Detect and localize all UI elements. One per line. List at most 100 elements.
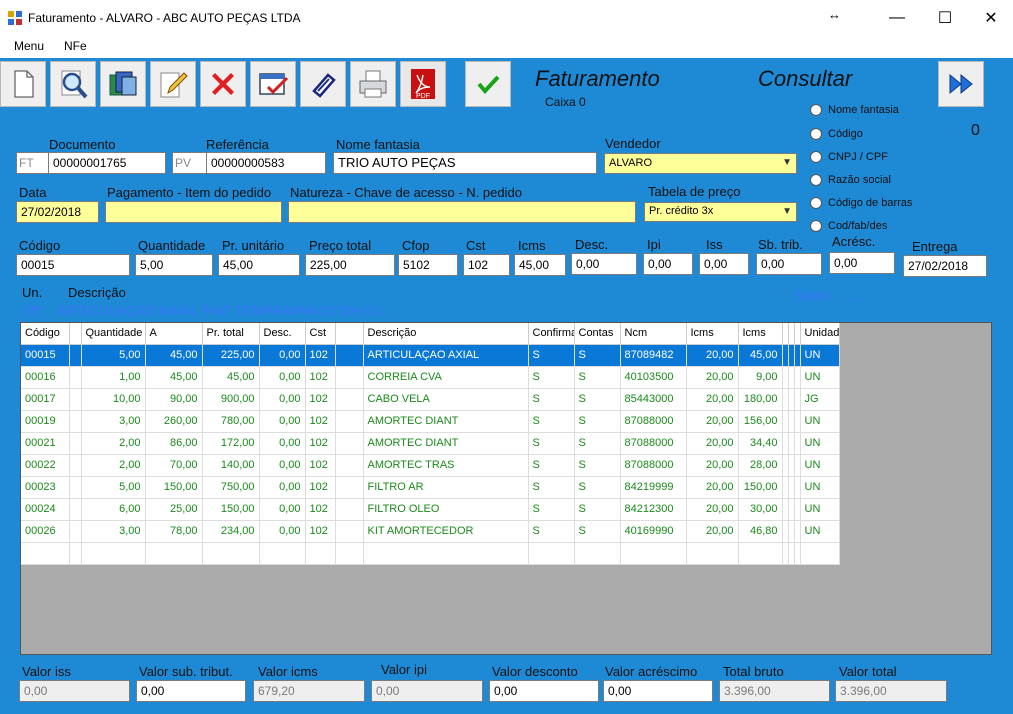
table-row-empty[interactable]	[21, 542, 840, 565]
cell-codigo: 00015	[21, 344, 70, 367]
cell-preco-unit: 45,00	[145, 344, 203, 367]
confirm-button[interactable]	[465, 61, 511, 107]
table-row[interactable]: 00019 3,00 260,00 780,00 0,00 102 AMORTEC DIAN…	[21, 410, 840, 433]
cell-descricao: KIT AMORTECEDOR	[363, 520, 529, 543]
cell-quantidade: 5,00	[81, 476, 146, 499]
col-header[interactable]: Contas	[574, 323, 621, 345]
pr-unitario-field[interactable]: 45,00	[218, 254, 300, 276]
cell-cst: 102	[305, 366, 336, 389]
cell-empty	[574, 542, 621, 565]
documento-field[interactable]: 00000001765	[48, 152, 166, 174]
table-row[interactable]: 00017 10,00 90,00 900,00 0,00 102 CABO VELA S S 8…	[21, 388, 840, 411]
cell-unidade: UN	[800, 520, 840, 543]
search-button[interactable]	[50, 61, 96, 107]
cell-confirma: S	[528, 388, 575, 411]
entrega-field[interactable]: 27/02/2018	[903, 255, 987, 277]
col-header[interactable]: Pr. total	[202, 323, 260, 345]
icms-field[interactable]: 45,00	[514, 254, 566, 276]
col-header[interactable]: Cst	[305, 323, 336, 345]
open-folder-button[interactable]	[100, 61, 146, 107]
col-header[interactable]: Descrição	[363, 323, 529, 345]
calendar-button[interactable]	[250, 61, 296, 107]
radio-codigo[interactable]: Código	[810, 128, 863, 140]
valor-sub-tribut-field[interactable]: 0,00	[136, 680, 246, 702]
acresc-field[interactable]: 0,00	[829, 252, 895, 274]
valor-acrescimo-field[interactable]: 0,00	[603, 680, 713, 702]
items-table[interactable]: Código Quantidade A Pr. total Desc. Cst …	[21, 323, 840, 565]
edit-button[interactable]	[150, 61, 196, 107]
col-header[interactable]: Unidad	[800, 323, 840, 345]
cell-ncm: 84212300	[620, 498, 687, 521]
natureza-field[interactable]	[288, 201, 636, 223]
cell-preco-unit: 150,00	[145, 476, 203, 499]
documento-prefix: FT	[16, 152, 48, 174]
ipi-field[interactable]: 0,00	[643, 253, 693, 275]
cell-confirma: S	[528, 366, 575, 389]
cst-field[interactable]: 102	[463, 254, 510, 276]
col-header[interactable]: Código	[21, 323, 70, 345]
table-row[interactable]: 00021 2,00 86,00 172,00 0,00 102 AMORTEC DIANT…	[21, 432, 840, 455]
print-button[interactable]	[350, 61, 396, 107]
radio-label: Código	[828, 128, 863, 140]
cell-empty	[202, 542, 260, 565]
sb-trib-label: Sb. trib.	[758, 237, 803, 252]
table-row[interactable]: 00023 5,00 150,00 750,00 0,00 102 FILTRO AR S S 8…	[21, 476, 840, 499]
cell-empty	[738, 542, 783, 565]
col-header[interactable]	[69, 323, 82, 345]
radio-cod-fab-des[interactable]: Cod/fab/des	[810, 220, 887, 232]
close-window-button[interactable]: ✕	[968, 0, 1013, 36]
radio-codigo-barras[interactable]: Código de barras	[810, 197, 912, 209]
radio-cnpj-cpf[interactable]: CNPJ / CPF	[810, 151, 888, 163]
cell-icms-valor: 180,00	[738, 388, 783, 411]
cell-descricao: ARTICULAÇAO AXIAL	[363, 344, 529, 367]
icms-label: Icms	[518, 238, 546, 253]
cell-codigo: 00017	[21, 388, 70, 411]
quantidade-field[interactable]: 5,00	[135, 254, 213, 276]
valor-total-label: Valor total	[839, 664, 897, 679]
preco-total-field[interactable]: 225,00	[305, 254, 395, 276]
maximize-button[interactable]: ☐	[922, 0, 968, 36]
radio-nome-fantasia[interactable]: Nome fantasia	[810, 104, 899, 116]
pagamento-field[interactable]	[105, 201, 282, 223]
referencia-field[interactable]: 00000000583	[206, 152, 326, 174]
data-field[interactable]: 27/02/2018	[16, 201, 99, 223]
table-row[interactable]: 00016 1,00 45,00 45,00 0,00 102 CORREIA CVA S S 4…	[21, 366, 840, 389]
col-header[interactable]: Desc.	[259, 323, 306, 345]
cell-icms-valor: 156,00	[738, 410, 783, 433]
minimize-button[interactable]: —	[874, 0, 920, 36]
next-button[interactable]	[938, 61, 984, 107]
menu-item-nfe[interactable]: NFe	[64, 39, 87, 53]
vendedor-select[interactable]: ALVARO ▼	[604, 153, 797, 174]
items-grid[interactable]: Código Quantidade A Pr. total Desc. Cst …	[20, 322, 992, 655]
menu-item-menu[interactable]: Menu	[14, 39, 44, 53]
attach-button[interactable]	[300, 61, 346, 107]
sb-trib-field[interactable]: 0,00	[756, 253, 822, 275]
table-row[interactable]: 00022 2,00 70,00 140,00 0,00 102 AMORTEC TRAS S…	[21, 454, 840, 477]
col-header[interactable]: A	[145, 323, 203, 345]
radio-dot	[810, 104, 822, 116]
table-row[interactable]: 00024 6,00 25,00 150,00 0,00 102 FILTRO OLEO S S…	[21, 498, 840, 521]
cell-codigo: 00019	[21, 410, 70, 433]
new-document-button[interactable]	[0, 61, 46, 107]
codigo-field[interactable]: 00015	[16, 254, 130, 276]
table-row[interactable]: 00026 3,00 78,00 234,00 0,00 102 KIT AMORTECED…	[21, 520, 840, 543]
table-row[interactable]: 00015 5,00 45,00 225,00 0,00 102 ARTICULAÇAO A…	[21, 344, 840, 367]
iss-field[interactable]: 0,00	[699, 253, 749, 275]
cell-desc: 0,00	[259, 454, 306, 477]
col-header[interactable]: Ncm	[620, 323, 687, 345]
desc-field[interactable]: 0,00	[571, 253, 637, 275]
col-header[interactable]	[335, 323, 364, 345]
radio-razao-social[interactable]: Razão social	[810, 174, 891, 186]
col-header[interactable]: Icms	[738, 323, 783, 345]
col-header[interactable]: Confirma	[528, 323, 575, 345]
pdf-button[interactable]: PDF	[400, 61, 446, 107]
cfop-field[interactable]: 5102	[398, 254, 458, 276]
valor-desconto-field[interactable]: 0,00	[489, 680, 599, 702]
col-header[interactable]: Quantidade	[81, 323, 146, 345]
col-header[interactable]: Icms	[686, 323, 739, 345]
delete-button[interactable]	[200, 61, 246, 107]
tabela-preco-select[interactable]: Pr. crédito 3x ▼	[644, 202, 797, 222]
cell-contas: S	[574, 476, 621, 499]
desc-label: Desc.	[575, 237, 609, 252]
nome-fantasia-field[interactable]: TRIO AUTO PEÇAS	[333, 152, 597, 174]
